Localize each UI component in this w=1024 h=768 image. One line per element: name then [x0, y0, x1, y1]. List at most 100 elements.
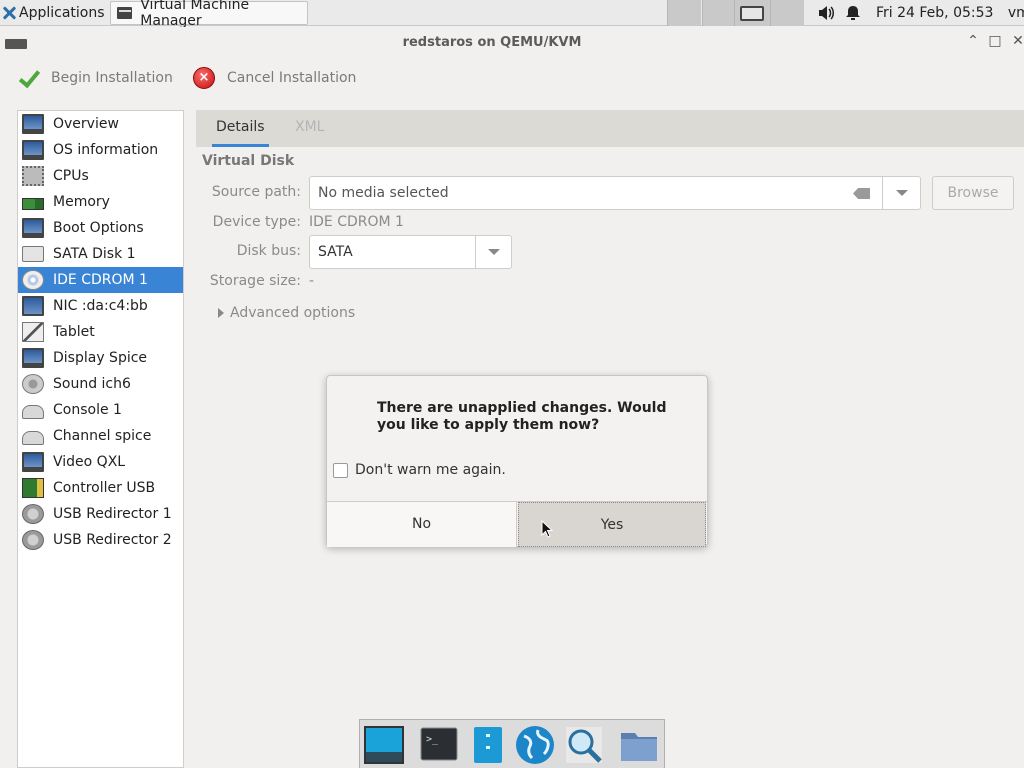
device-type-label: Device type: — [212, 214, 301, 230]
taskbar-item-label: Virtual Machine Manager — [140, 0, 250, 29]
sidebar-item-video-qxl[interactable]: Video QXL — [18, 449, 183, 475]
notification-bell-icon[interactable] — [845, 0, 861, 26]
top-panel: Applications Virtual Machine Manager Fri… — [0, 0, 1024, 29]
sidebar-item-ide-cdrom-1[interactable]: IDE CDROM 1 — [18, 267, 183, 293]
sidebar-item-label: Boot Options — [53, 220, 144, 236]
desktop-icon[interactable] — [363, 724, 405, 766]
sidebar-item-usb-redirector-1[interactable]: USB Redirector 1 — [18, 501, 183, 527]
cancel-installation-button[interactable]: × Cancel Installation — [193, 67, 356, 89]
dock: >_ — [359, 719, 665, 768]
sidebar-item-label: Console 1 — [53, 402, 122, 418]
clear-icon[interactable] — [853, 188, 870, 199]
sidebar-item-memory[interactable]: Memory — [18, 189, 183, 215]
storage-size-label: Storage size: — [209, 273, 301, 289]
source-path-input[interactable]: No media selected — [318, 185, 449, 201]
clock-text: Fri 24 Feb, 05:53 — [876, 5, 994, 21]
cancel-icon: × — [193, 67, 215, 89]
usb-controller-icon — [22, 478, 44, 498]
terminal-icon[interactable]: >_ — [418, 724, 460, 766]
sidebar-item-boot-options[interactable]: Boot Options — [18, 215, 183, 241]
workspace-1[interactable] — [667, 0, 701, 26]
tab-xml[interactable]: XML — [291, 110, 328, 147]
workspace-2[interactable] — [702, 0, 734, 26]
workspace-4[interactable] — [770, 0, 804, 26]
device-type-value: IDE CDROM 1 — [309, 214, 404, 230]
svg-text:>_: >_ — [426, 734, 439, 745]
sidebar-item-usb-redirector-2[interactable]: USB Redirector 2 — [18, 527, 183, 553]
file-manager-icon[interactable] — [467, 724, 509, 766]
browse-button[interactable]: Browse — [932, 176, 1014, 210]
sidebar-item-label: Sound ich6 — [53, 376, 131, 392]
chevron-down-icon — [488, 249, 500, 255]
cdrom-icon — [22, 270, 44, 290]
volume-icon[interactable] — [817, 0, 835, 26]
checkmark-icon — [17, 67, 39, 89]
disk-bus-value: SATA — [318, 244, 353, 260]
checkbox-box[interactable] — [333, 462, 348, 478]
maximize-button[interactable]: □ — [988, 33, 1002, 51]
sidebar-item-label: Channel spice — [53, 428, 152, 444]
disk-icon — [22, 246, 44, 262]
xfce-logo-icon — [2, 6, 16, 20]
dont-warn-label: Don't warn me again. — [355, 462, 506, 478]
storage-size-value: - — [309, 273, 315, 289]
source-path-label: Source path: — [211, 184, 301, 200]
sidebar-item-channel-spice[interactable]: Channel spice — [18, 423, 183, 449]
user-name: vm7 — [1007, 5, 1024, 21]
usb-icon — [22, 504, 44, 524]
mouse-cursor-icon — [541, 520, 553, 538]
sidebar-item-overview[interactable]: Overview — [18, 111, 183, 137]
advanced-options-label: Advanced options — [230, 305, 356, 321]
toolbar: Begin Installation × Cancel Installation — [0, 59, 1024, 103]
no-button[interactable]: No — [327, 502, 517, 547]
sidebar-item-label: USB Redirector 1 — [53, 506, 172, 522]
monitor-icon — [22, 452, 44, 472]
sidebar-item-sound-ich6[interactable]: Sound ich6 — [18, 371, 183, 397]
applications-menu[interactable]: Applications — [2, 0, 105, 26]
monitor-icon — [22, 348, 44, 368]
sidebar-item-cpus[interactable]: CPUs — [18, 163, 183, 189]
sidebar-item-label: USB Redirector 2 — [53, 532, 172, 548]
monitor-icon — [22, 114, 44, 134]
chevron-down-icon — [896, 190, 908, 196]
sidebar-item-label: CPUs — [53, 168, 89, 184]
folder-icon[interactable] — [618, 724, 660, 766]
sidebar-item-label: OS information — [53, 142, 159, 158]
source-path-combo[interactable]: No media selected — [309, 176, 921, 210]
sidebar-item-tablet[interactable]: Tablet — [18, 319, 183, 345]
window-titlebar[interactable]: redstaros on QEMU/KVM ⌃ □ ✕ — [0, 27, 1024, 59]
web-browser-icon[interactable] — [514, 724, 556, 766]
disk-bus-combo[interactable]: SATA — [309, 235, 512, 269]
sidebar-item-label: Video QXL — [53, 454, 126, 470]
sidebar-item-controller-usb[interactable]: Controller USB — [18, 475, 183, 501]
memory-icon — [22, 198, 44, 210]
minimize-button[interactable]: ⌃ — [966, 33, 980, 51]
close-button[interactable]: ✕ — [1011, 33, 1024, 51]
tablet-icon — [22, 322, 44, 342]
sidebar-item-sata-disk-1[interactable]: SATA Disk 1 — [18, 241, 183, 267]
source-path-dropdown[interactable] — [882, 177, 920, 209]
taskbar-item-virt-manager[interactable]: Virtual Machine Manager — [110, 0, 308, 29]
hardware-list: Overview OS information CPUs Memory Boot Opt… — [17, 110, 184, 768]
usb-icon — [22, 530, 44, 550]
sidebar-item-label: IDE CDROM 1 — [53, 272, 148, 288]
speaker-icon — [22, 374, 44, 394]
clock[interactable]: Fri 24 Feb, 05:53 vm7 — [876, 0, 1024, 26]
sidebar-item-nic-da-c4-bb[interactable]: NIC :da:c4:bb — [18, 293, 183, 319]
sidebar-item-console-1[interactable]: Console 1 — [18, 397, 183, 423]
sidebar-item-label: Tablet — [53, 324, 95, 340]
virt-manager-icon — [117, 7, 133, 19]
search-icon[interactable] — [563, 724, 605, 766]
cancel-installation-label: Cancel Installation — [227, 70, 357, 86]
begin-installation-button[interactable]: Begin Installation — [17, 67, 173, 89]
sidebar-item-os-information[interactable]: OS information — [18, 137, 183, 163]
cpu-icon — [22, 166, 44, 186]
chevron-right-icon — [218, 308, 224, 318]
tab-details[interactable]: Details — [212, 110, 269, 147]
disk-bus-dropdown[interactable] — [475, 236, 511, 268]
sidebar-item-display-spice[interactable]: Display Spice — [18, 345, 183, 371]
dont-warn-checkbox[interactable]: Don't warn me again. — [333, 462, 506, 478]
disk-bus-label: Disk bus: — [236, 243, 301, 259]
advanced-options-expander[interactable]: Advanced options — [218, 305, 355, 321]
network-icon — [22, 296, 44, 316]
